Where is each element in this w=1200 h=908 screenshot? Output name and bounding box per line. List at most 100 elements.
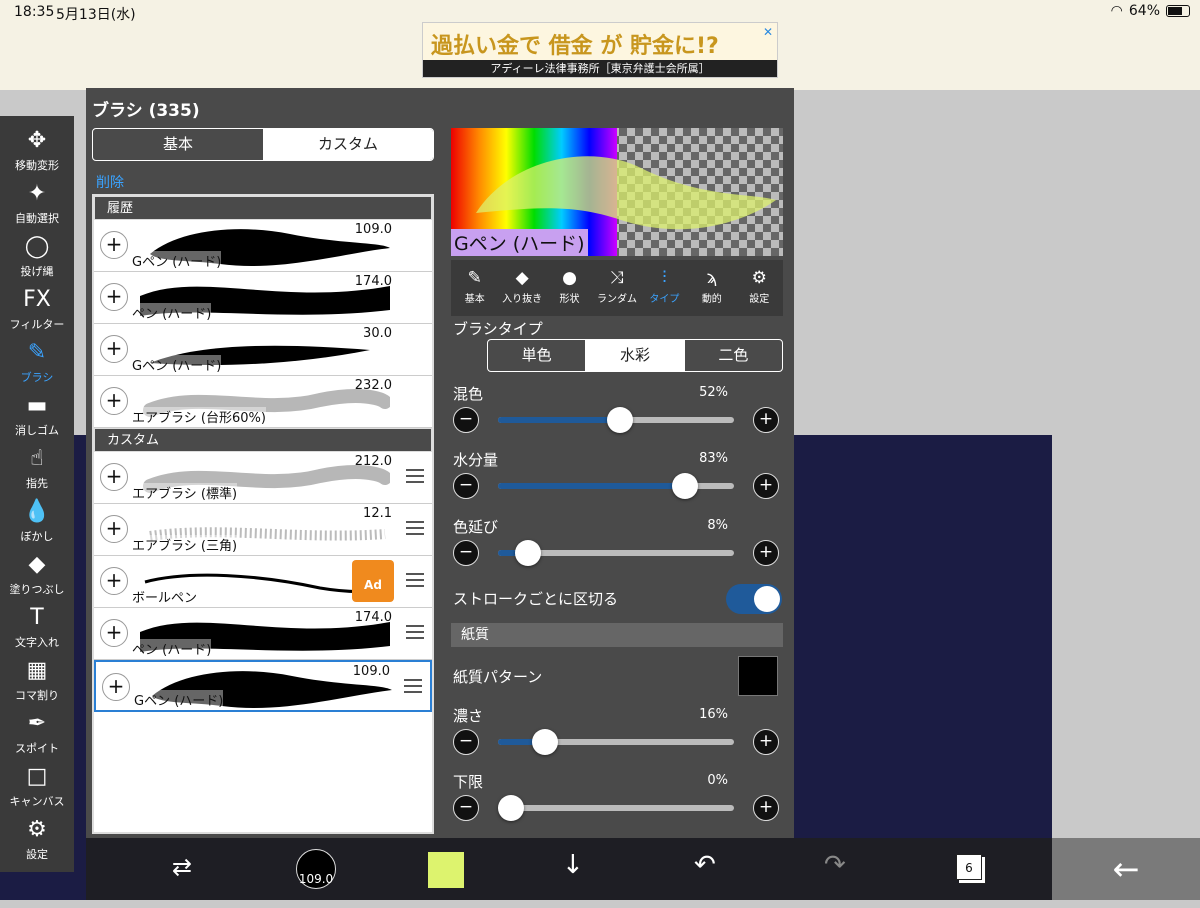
swap-tool-icon[interactable]: ⇄ (172, 853, 192, 893)
tool-move[interactable]: ✥ 移動変形 (0, 124, 74, 177)
add-brush-icon[interactable]: + (100, 515, 128, 543)
prop-tab-taper[interactable]: ◆ 入り抜き (498, 260, 545, 316)
add-brush-icon[interactable]: + (100, 231, 128, 259)
add-brush-icon[interactable]: + (102, 673, 130, 701)
back-arrow-icon[interactable]: ← (1052, 838, 1200, 900)
brush-type-watercolor[interactable]: 水彩 (586, 340, 685, 371)
drag-handle-icon[interactable] (406, 469, 424, 483)
tool-text[interactable]: T 文字入れ (0, 601, 74, 654)
brush-size: 232.0 (354, 378, 392, 393)
add-brush-icon[interactable]: + (100, 463, 128, 491)
brush-list[interactable]: 履歴 +109.0 Gペン (ハード) +174.0 ペン (ハード) +30.0 Gペン… (92, 194, 434, 834)
slider-label: 色延び (453, 518, 499, 536)
slider-value: 83% (699, 451, 728, 466)
add-brush-icon[interactable]: + (100, 283, 128, 311)
brush-list-item[interactable]: +232.0 エアブラシ (台形60%) (94, 376, 432, 428)
tool-blur-drop[interactable]: 💧 ぼかし (0, 495, 74, 548)
slider-track[interactable] (498, 795, 734, 821)
increase-button[interactable]: + (753, 795, 779, 821)
tool-lasso[interactable]: ◯ 投げ縄 (0, 230, 74, 283)
slider-thumb[interactable] (498, 795, 524, 821)
brush-list-item[interactable]: +12.1 エアブラシ (三角) (94, 504, 432, 556)
brush-list-item[interactable]: +109.0 Gペン (ハード) (94, 220, 432, 272)
paper-pattern-swatch[interactable] (738, 656, 778, 696)
section-history: 履歴 (94, 196, 432, 220)
brush-list-item[interactable]: +109.0 Gペン (ハード) (94, 660, 432, 712)
brush-size-indicator[interactable]: 109.0 (296, 849, 336, 889)
add-brush-icon[interactable]: + (100, 567, 128, 595)
increase-button[interactable]: + (753, 540, 779, 566)
prop-tab-shuffle[interactable]: ⤨ ランダム (593, 260, 640, 316)
slider-track[interactable] (498, 729, 734, 755)
ad-banner[interactable]: 過払い金で 借金 が 貯金に!? ✕ アディーレ法律事務所［東京弁護士会所属］ (422, 22, 778, 78)
color-swatch[interactable] (428, 852, 464, 888)
preview-stroke (476, 156, 776, 230)
brush-list-item[interactable]: +30.0 Gペン (ハード) (94, 324, 432, 376)
tool-label: 移動変形 (15, 159, 59, 172)
decrease-button[interactable]: − (453, 795, 479, 821)
tool-eyedropper[interactable]: ✒ スポイト (0, 707, 74, 760)
slider-thumb[interactable] (672, 473, 699, 499)
drag-handle-icon[interactable] (406, 625, 424, 639)
slider-value: 52% (699, 385, 728, 400)
decrease-button[interactable]: − (453, 407, 479, 433)
tab-custom[interactable]: カスタム (263, 129, 433, 160)
stroke-toggle[interactable] (726, 584, 782, 614)
slider-track[interactable] (498, 540, 734, 566)
slider-track[interactable] (498, 473, 734, 499)
tool-finger[interactable]: ☝ 指先 (0, 442, 74, 495)
redo-icon[interactable]: ↷ (824, 850, 846, 890)
tool-frame[interactable]: ▦ コマ割り (0, 654, 74, 707)
slider-track[interactable] (498, 407, 734, 433)
brush-list-item[interactable]: +212.0 エアブラシ (標準) (94, 452, 432, 504)
increase-button[interactable]: + (753, 473, 779, 499)
slider-thumb[interactable] (514, 540, 541, 566)
tool-fx[interactable]: FX フィルター (0, 283, 74, 336)
add-brush-icon[interactable]: + (100, 387, 128, 415)
drag-handle-icon[interactable] (406, 573, 424, 587)
add-brush-icon[interactable]: + (100, 619, 128, 647)
decrease-button[interactable]: − (453, 473, 479, 499)
ad-subtext: アディーレ法律事務所［東京弁護士会所属］ (423, 60, 777, 77)
dynamic-icon: ϡ (706, 268, 718, 288)
decrease-button[interactable]: − (453, 729, 479, 755)
increase-button[interactable]: + (753, 407, 779, 433)
prop-tab-shape[interactable]: ● 形状 (546, 260, 593, 316)
decrease-button[interactable]: − (453, 540, 479, 566)
ad-close-icon[interactable]: ✕ (763, 25, 773, 39)
slider-thumb[interactable] (607, 407, 634, 433)
prop-tab-type[interactable]: ⫶ タイプ (641, 260, 688, 316)
tool-bucket[interactable]: ◆ 塗りつぶし (0, 548, 74, 601)
prop-tab-gear[interactable]: ⚙ 設定 (736, 260, 783, 316)
brush-name: Gペン (ハード) (132, 251, 222, 270)
tool-label: ブラシ (20, 371, 54, 384)
prop-tab-dynamic[interactable]: ϡ 動的 (688, 260, 735, 316)
slider-thumb[interactable] (531, 729, 558, 755)
brush-list-item[interactable]: + ボールペン Ad (94, 556, 432, 608)
tool-brush[interactable]: ✎ ブラシ (0, 336, 74, 389)
tool-eraser[interactable]: ▬ 消しゴム (0, 389, 74, 442)
delete-button[interactable]: 削除 (96, 172, 124, 192)
prop-tab-label: 基本 (464, 294, 485, 305)
brush-type-solid[interactable]: 単色 (488, 340, 587, 371)
increase-button[interactable]: + (753, 729, 779, 755)
prop-tab-brush[interactable]: ✎ 基本 (451, 260, 498, 316)
brush-name: Gペン (ハード) (134, 690, 224, 709)
drag-handle-icon[interactable] (406, 521, 424, 535)
drag-handle-icon[interactable] (404, 679, 422, 693)
eraser-icon: ▬ (26, 393, 48, 418)
down-arrow-icon[interactable]: ↓ (562, 850, 584, 890)
tool-magic-wand[interactable]: ✦ 自動選択 (0, 177, 74, 230)
layers-button[interactable]: 6 (956, 854, 982, 880)
brush-list-item[interactable]: +174.0 ペン (ハード) (94, 608, 432, 660)
tool-gear[interactable]: ⚙ 設定 (0, 813, 74, 866)
add-brush-icon[interactable]: + (100, 335, 128, 363)
undo-icon[interactable]: ↶ (694, 850, 716, 890)
slider-label: 濃さ (453, 707, 484, 725)
tab-basic[interactable]: 基本 (93, 129, 263, 160)
tool-canvas[interactable]: □ キャンバス (0, 760, 74, 813)
lock-ad-icon[interactable]: Ad (352, 560, 394, 602)
brush-list-item[interactable]: +174.0 ペン (ハード) (94, 272, 432, 324)
brush-type-twocolor[interactable]: 二色 (685, 340, 782, 371)
gear-icon: ⚙ (751, 268, 767, 288)
